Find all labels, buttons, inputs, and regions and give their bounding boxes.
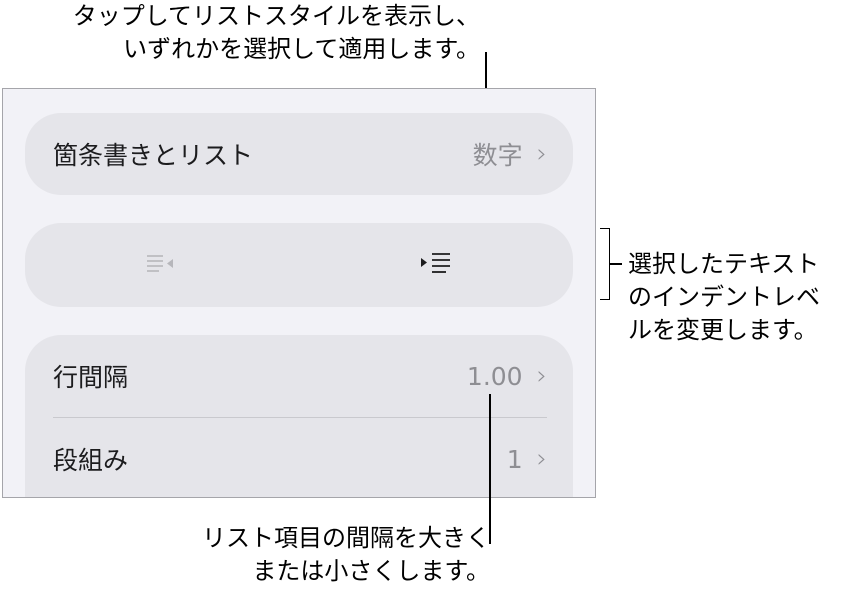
indent-bracket-tick — [610, 263, 622, 265]
callout-line-spacing: リスト項目の間隔を大きく または小さくします。 — [170, 522, 490, 588]
bullets-lists-label: 箇条書きとリスト — [53, 141, 254, 170]
callout-indent-line2: のインデントレベ — [628, 283, 820, 311]
callout-indent: 選択したテキスト のインデントレベ ルを変更します。 — [628, 248, 820, 347]
indent-controls — [25, 223, 573, 307]
callout-line-spacing-line1: リスト項目の間隔を大きく — [202, 524, 490, 552]
columns-value: 1 — [506, 444, 523, 474]
indent-bracket — [600, 228, 610, 300]
indent-icon — [419, 252, 453, 278]
columns-label: 段組み — [53, 446, 129, 475]
outdent-icon — [145, 253, 179, 277]
line-spacing-value: 1.00 — [466, 361, 523, 391]
format-panel: 箇条書きとリスト 数字 › 行間隔 1.00 › 段組み 1 › — [2, 88, 596, 498]
spacing-columns-group: 行間隔 1.00 › 段組み 1 › — [25, 335, 573, 497]
increase-indent-button[interactable] — [299, 223, 573, 307]
callout-list-style-line2: いずれかを選択して適用します。 — [123, 35, 480, 63]
chevron-right-icon: › — [536, 139, 547, 169]
callout-line-spacing-line2: または小さくします。 — [252, 557, 490, 585]
bullets-lists-value: 数字 — [472, 141, 523, 170]
callout-list-style-line1: タップしてリストスタイルを表示し、 — [72, 2, 480, 30]
decrease-indent-button[interactable] — [25, 223, 299, 307]
line-spacing-label: 行間隔 — [53, 363, 129, 392]
chevron-right-icon: › — [536, 361, 547, 391]
chevron-right-icon: › — [536, 444, 547, 474]
line-spacing-button[interactable]: 行間隔 1.00 › — [25, 335, 573, 417]
bullets-lists-button[interactable]: 箇条書きとリスト 数字 › — [25, 113, 573, 195]
callout-indent-line3: ルを変更します。 — [628, 316, 818, 344]
columns-button[interactable]: 段組み 1 › — [25, 418, 573, 497]
callout-list-style: タップしてリストスタイルを表示し、 いずれかを選択して適用します。 — [60, 0, 480, 66]
callout-indent-line1: 選択したテキスト — [628, 250, 820, 278]
